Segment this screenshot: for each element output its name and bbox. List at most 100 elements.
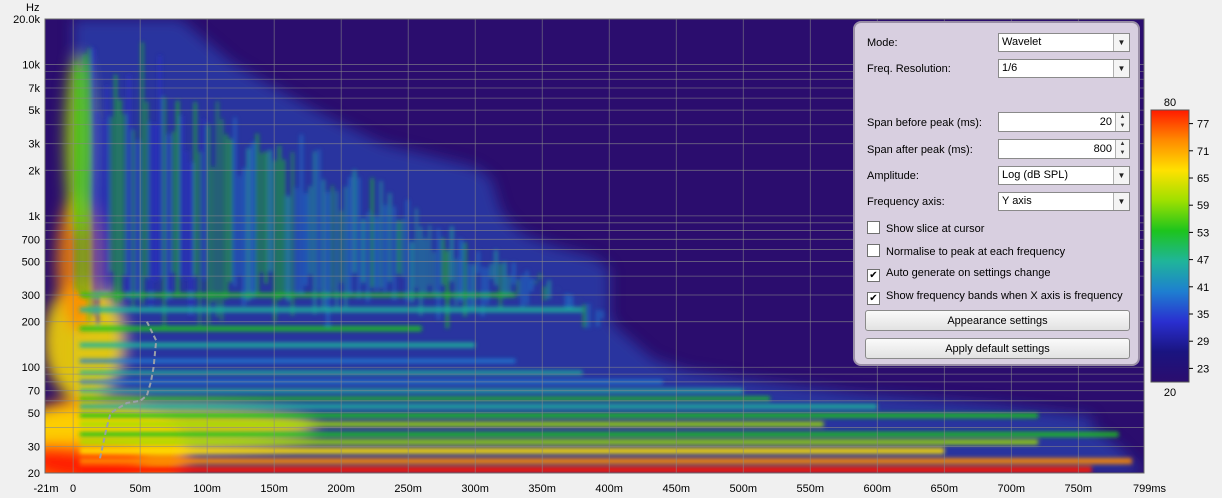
appearance-settings-button[interactable]: Appearance settings [865, 310, 1130, 331]
arrow-up-icon[interactable]: ▲ [1116, 113, 1129, 122]
checkmark-icon[interactable]: ✔ [867, 269, 880, 282]
show-slice-label: Show slice at cursor [886, 223, 985, 235]
energy-streak [512, 262, 515, 285]
energy-streak [225, 134, 228, 299]
energy-streak [455, 259, 458, 306]
span-after-input[interactable]: 800 ▲ ▼ [998, 139, 1130, 159]
arrow-down-icon[interactable]: ▼ [1116, 122, 1129, 131]
span-before-label: Span before peak (ms): [867, 117, 982, 129]
energy-streak [247, 148, 250, 301]
frequency-band [79, 359, 516, 363]
energy-streak [539, 273, 542, 280]
colorbar-label: 41 [1197, 282, 1209, 294]
energy-streak [375, 216, 378, 290]
frequency-band [79, 307, 583, 313]
colorbar-min-label: 20 [1164, 387, 1176, 399]
energy-streak [419, 226, 422, 316]
y-tick-label: 700 [22, 234, 40, 246]
y-tick-label: 10k [22, 60, 40, 72]
energy-streak [583, 304, 586, 328]
show-bands-checkbox[interactable]: ✔ Show frequency bands when X axis is fre… [867, 290, 1123, 305]
energy-streak [485, 267, 489, 304]
x-tick-label: 650m [931, 483, 959, 495]
colorbar: 80 20 77 71 65 59 53 47 41 35 29 23 [1150, 97, 1209, 399]
x-tick-label: 799ms [1133, 483, 1167, 495]
span-after-stepper[interactable]: ▲ ▼ [1115, 140, 1129, 158]
energy-streak [508, 276, 511, 295]
frequency-axis-select[interactable]: Y axis ▼ [998, 192, 1130, 211]
energy-streak [220, 119, 223, 322]
x-tick-label: 50m [129, 483, 150, 495]
energy-streak [286, 195, 290, 302]
energy-streak [295, 188, 299, 293]
energy-streak [543, 286, 546, 301]
span-before-stepper[interactable]: ▲ ▼ [1115, 113, 1129, 131]
energy-streak [180, 115, 184, 277]
energy-streak [450, 226, 453, 282]
x-tick-label: 450m [663, 483, 691, 495]
arrow-up-icon[interactable]: ▲ [1116, 140, 1129, 149]
frequency-band [79, 466, 1092, 473]
freq-resolution-label: Freq. Resolution: [867, 63, 951, 75]
chevron-down-icon[interactable]: ▼ [1113, 167, 1129, 184]
x-tick-label: 100m [193, 483, 221, 495]
energy-streak [534, 280, 537, 284]
energy-streak [194, 102, 197, 277]
x-tick-label: 700m [998, 483, 1026, 495]
freq-resolution-value: 1/6 [1002, 62, 1018, 74]
x-tick-label: 0 [70, 483, 76, 495]
span-before-input[interactable]: 20 ▲ ▼ [998, 112, 1130, 132]
span-after-label: Span after peak (ms): [867, 144, 973, 156]
freq-resolution-select[interactable]: 1/6 ▼ [998, 59, 1130, 78]
auto-generate-checkbox[interactable]: ✔ Auto generate on settings change [867, 267, 1051, 282]
frequency-band [79, 326, 422, 332]
y-tick-label: 70 [28, 386, 40, 398]
energy-streak [335, 191, 338, 311]
energy-streak [167, 134, 170, 300]
y-tick-label: 2k [28, 165, 40, 177]
x-tick-label: 600m [864, 483, 892, 495]
energy-streak [256, 133, 259, 294]
energy-streak [521, 275, 524, 307]
apply-default-settings-button[interactable]: Apply default settings [865, 338, 1130, 359]
energy-streak [145, 101, 148, 278]
energy-streak [171, 131, 175, 273]
colorbar-max-label: 80 [1164, 97, 1176, 109]
energy-streak [384, 205, 387, 291]
arrow-down-icon[interactable]: ▼ [1116, 149, 1129, 158]
y-tick-label: 3k [28, 139, 40, 151]
energy-streak [401, 218, 405, 277]
colorbar-label: 23 [1197, 363, 1209, 375]
x-tick-label: 150m [260, 483, 288, 495]
checkmark-icon[interactable]: ✔ [867, 292, 880, 305]
show-slice-checkbox[interactable]: Show slice at cursor [867, 221, 984, 235]
y-tick-label: 30 [28, 441, 40, 453]
energy-streak [269, 149, 272, 272]
energy-streak [96, 110, 100, 325]
chevron-down-icon[interactable]: ▼ [1113, 34, 1129, 51]
y-tick-label: 5k [28, 105, 40, 117]
energy-streak [326, 192, 330, 327]
energy-streak [300, 134, 303, 294]
energy-streak [472, 264, 476, 309]
colorbar-label: 71 [1197, 146, 1209, 158]
y-unit-label: Hz [26, 2, 39, 14]
checkbox-icon[interactable] [867, 244, 880, 257]
energy-streak [198, 152, 201, 326]
energy-streak [371, 178, 374, 288]
energy-streak [348, 176, 352, 295]
checkbox-icon[interactable] [867, 221, 880, 234]
frequency-axis-value: Y axis [1002, 195, 1032, 207]
amplitude-select[interactable]: Log (dB SPL) ▼ [998, 166, 1130, 185]
normalise-checkbox[interactable]: Normalise to peak at each frequency [867, 244, 1065, 258]
frequency-band [79, 413, 1039, 418]
x-tick-label: -21m [33, 483, 58, 495]
chevron-down-icon[interactable]: ▼ [1113, 193, 1129, 210]
colorbar-label: 47 [1197, 255, 1209, 267]
energy-streak [353, 169, 356, 274]
amplitude-value: Log (dB SPL) [1002, 169, 1069, 181]
chevron-down-icon[interactable]: ▼ [1113, 60, 1129, 77]
energy-streak [397, 220, 400, 275]
energy-streak [547, 280, 551, 299]
mode-select[interactable]: Wavelet ▼ [998, 33, 1130, 52]
